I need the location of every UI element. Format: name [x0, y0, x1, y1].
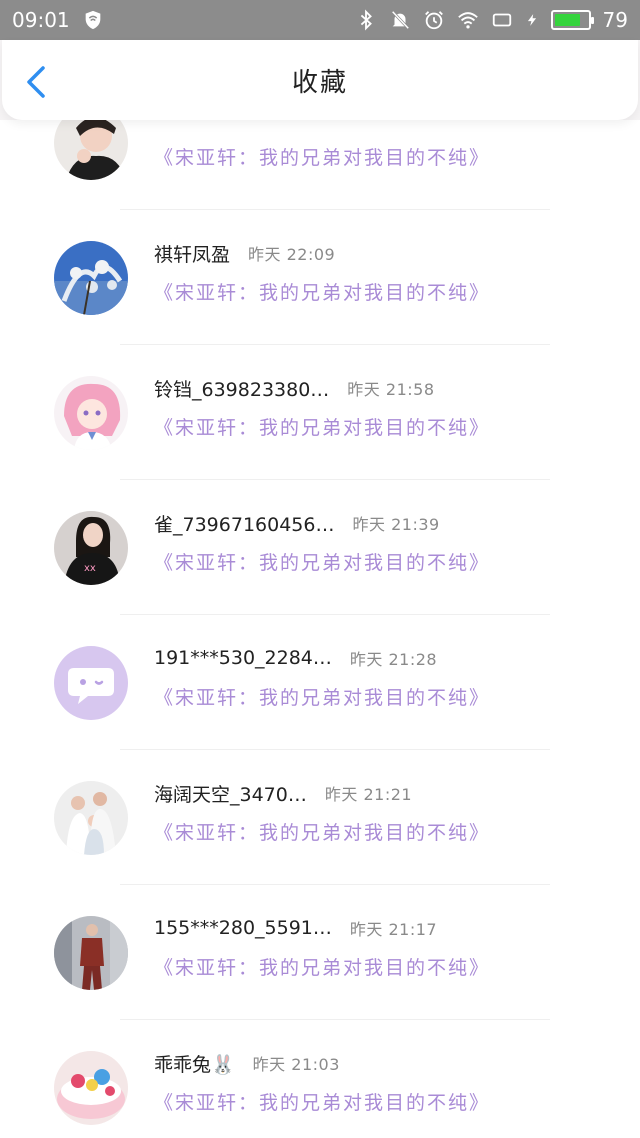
message-text: 《宋亚轩：我的兄弟对我目的不纯》 [154, 417, 491, 439]
list-item[interactable]: 祺轩凤盈 昨天 22:09 《宋亚轩：我的兄弟对我目的不纯》 [0, 210, 640, 345]
list-item[interactable]: 155***280_5591… 昨天 21:17 《宋亚轩：我的兄弟对我目的不纯… [0, 885, 640, 1020]
avatar[interactable] [54, 1050, 128, 1125]
charging-icon [527, 14, 536, 26]
default-avatar[interactable] [54, 645, 128, 720]
list-item[interactable]: 乖乖兔🐰 昨天 21:03 《宋亚轩：我的兄弟对我目的不纯》 [0, 1020, 640, 1138]
status-time: 09:01 [12, 8, 70, 32]
timestamp: 昨天 21:28 [349, 650, 438, 669]
page-title: 收藏 [291, 67, 348, 98]
avatar[interactable]: xx [54, 510, 128, 585]
battery-level [554, 14, 580, 26]
avatar[interactable] [54, 240, 128, 315]
list-item[interactable]: 《宋亚轩：我的兄弟对我目的不纯》 [0, 120, 640, 210]
alarm-icon [424, 11, 443, 30]
battery-icon [550, 10, 594, 30]
user-name[interactable]: 155***280_5591… [154, 917, 332, 939]
message-text: 《宋亚轩：我的兄弟对我目的不纯》 [154, 552, 491, 574]
avatar[interactable] [54, 375, 128, 450]
user-name[interactable]: 海阔天空_3470… [154, 780, 307, 807]
nav-header: 收藏 [2, 40, 638, 120]
message-text: 《宋亚轩：我的兄弟对我目的不纯》 [154, 687, 491, 709]
avatar[interactable] [54, 915, 128, 990]
list-item[interactable]: xx 雀_73967160456… 昨天 21:39 《宋亚轩：我的兄弟对我目的… [0, 480, 640, 615]
chat-bubble-icon [68, 667, 114, 704]
bluetooth-icon [360, 9, 372, 31]
user-name[interactable]: 191***530_2284… [154, 647, 332, 669]
favorites-list[interactable]: 《宋亚轩：我的兄弟对我目的不纯》 祺轩凤盈 昨天 22:09 《宋亚轩：我的兄弟… [0, 120, 640, 1138]
mute-bell-icon [391, 10, 409, 30]
battery-percent: 79 [602, 8, 628, 32]
user-name[interactable]: 乖乖兔🐰 [154, 1050, 235, 1077]
timestamp: 昨天 21:58 [347, 380, 435, 399]
user-name[interactable]: 铃铛_639823380… [154, 375, 329, 402]
timestamp: 昨天 21:39 [352, 515, 440, 534]
back-button[interactable] [20, 64, 52, 100]
avatar[interactable] [54, 780, 128, 855]
screen-icon [492, 13, 511, 27]
list-item[interactable]: 海阔天空_3470… 昨天 21:21 《宋亚轩：我的兄弟对我目的不纯》 [0, 750, 640, 885]
message-text: 《宋亚轩：我的兄弟对我目的不纯》 [154, 1092, 491, 1114]
shield-icon [85, 10, 100, 30]
timestamp: 昨天 21:21 [324, 785, 413, 804]
message-text: 《宋亚轩：我的兄弟对我目的不纯》 [154, 822, 491, 844]
user-name[interactable]: 祺轩凤盈 [154, 240, 230, 267]
timestamp: 昨天 22:09 [248, 245, 336, 264]
avatar[interactable] [54, 120, 128, 180]
list-item[interactable]: 铃铛_639823380… 昨天 21:58 《宋亚轩：我的兄弟对我目的不纯》 [0, 345, 640, 480]
timestamp: 昨天 21:03 [252, 1055, 340, 1074]
svg-text:xx: xx [84, 563, 96, 574]
message-text: 《宋亚轩：我的兄弟对我目的不纯》 [154, 282, 491, 304]
wifi-icon [457, 12, 478, 29]
message-text: 《宋亚轩：我的兄弟对我目的不纯》 [154, 957, 491, 979]
chevron-left-icon [27, 66, 45, 98]
message-text: 《宋亚轩：我的兄弟对我目的不纯》 [154, 147, 491, 169]
timestamp: 昨天 21:17 [349, 920, 438, 939]
user-name[interactable]: 雀_73967160456… [154, 510, 334, 537]
list-item[interactable]: 191***530_2284… 昨天 21:28 《宋亚轩：我的兄弟对我目的不纯… [0, 615, 640, 750]
status-bar: 09:01 79 [0, 0, 640, 40]
